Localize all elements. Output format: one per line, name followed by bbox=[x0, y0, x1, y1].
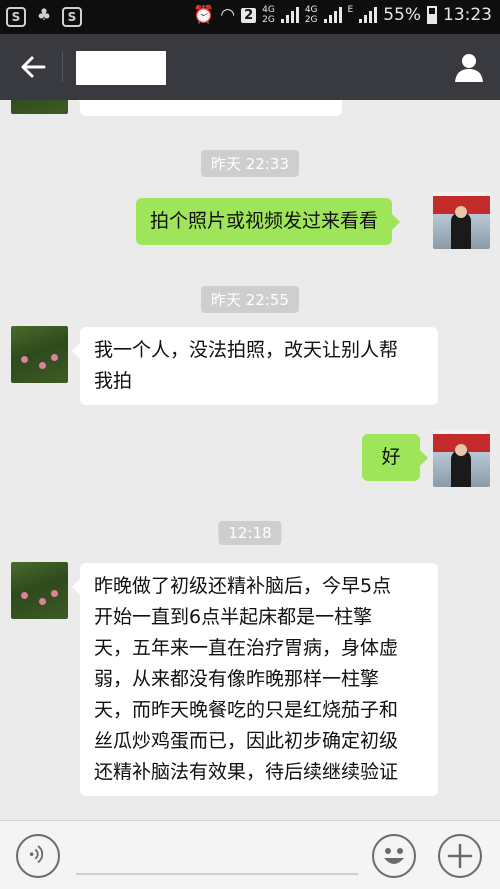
header-divider bbox=[62, 52, 63, 82]
wifi-icon: ◠ bbox=[220, 5, 236, 25]
contact-avatar[interactable] bbox=[11, 326, 68, 383]
network-type: 4G 2G bbox=[262, 5, 275, 25]
person-icon[interactable] bbox=[452, 50, 486, 84]
signal-icon-3 bbox=[359, 7, 378, 23]
clock: 13:23 bbox=[443, 5, 492, 25]
voice-icon bbox=[29, 845, 44, 864]
message-text: 天，五年来一直在治疗胃病，身体虚 bbox=[94, 637, 399, 659]
message-bubble-partial[interactable] bbox=[72, 100, 342, 116]
message-bubble-received[interactable]: 昨晚做了初级还精补脑后，今早5点 开始一直到6点半起床都是一柱擎 天，五年来一直… bbox=[72, 563, 438, 796]
contact-avatar[interactable] bbox=[11, 562, 68, 619]
contact-name-redacted bbox=[76, 51, 166, 85]
message-bubble-sent[interactable]: 好 bbox=[362, 434, 428, 481]
emoji-icon bbox=[384, 848, 404, 864]
timestamp: 昨天 22:55 bbox=[201, 286, 299, 313]
sms-notification-icon: S bbox=[6, 7, 26, 27]
message-input[interactable] bbox=[76, 873, 358, 875]
emoji-button[interactable] bbox=[372, 834, 416, 878]
network-type-2: 4G 2G bbox=[304, 5, 318, 25]
chat-header bbox=[0, 34, 500, 100]
message-text: 昨晚做了初级还精补脑后，今早5点 bbox=[94, 575, 392, 597]
app-notification-icon: S bbox=[62, 7, 82, 27]
more-options-button[interactable] bbox=[438, 834, 482, 878]
timestamp: 12:18 bbox=[218, 521, 282, 545]
timestamp: 昨天 22:33 bbox=[201, 150, 299, 177]
message-text: 我拍 bbox=[94, 370, 133, 392]
message-text: 天，而昨天晚餐吃的只是红烧茄子和 bbox=[94, 699, 399, 721]
message-text: 开始一直到6点半起床都是一柱擎 bbox=[94, 606, 373, 628]
message-text: 丝瓜炒鸡蛋而已，因此初步确定初级 bbox=[94, 730, 399, 752]
message-text: 我一个人，没法拍照，改天让别人帮 bbox=[94, 339, 399, 361]
arrow-left-icon[interactable] bbox=[16, 50, 50, 84]
battery-icon bbox=[427, 6, 437, 24]
signal-icon-2 bbox=[323, 7, 342, 23]
status-bar: S ♣ S ⏰ ◠ 2 4G 2G 4G 2G E 55% 13:23 bbox=[0, 0, 500, 34]
message-bubble-received[interactable]: 我一个人，没法拍照，改天让别人帮 我拍 bbox=[72, 327, 438, 405]
own-avatar[interactable] bbox=[433, 430, 490, 487]
input-bar bbox=[0, 820, 500, 889]
alarm-icon: ⏰ bbox=[193, 5, 215, 25]
contact-avatar[interactable] bbox=[11, 100, 68, 114]
plus-icon bbox=[447, 843, 473, 869]
own-avatar[interactable] bbox=[433, 192, 490, 249]
message-bubble-sent[interactable]: 拍个照片或视频发过来看看 bbox=[136, 198, 401, 245]
message-text: 还精补脑法有效果，待后续继续验证 bbox=[94, 761, 399, 783]
data-type: E bbox=[347, 5, 354, 15]
message-list[interactable]: 昨天 22:33 拍个照片或视频发过来看看 昨天 22:55 我一个人，没法拍照… bbox=[0, 100, 500, 820]
message-text: 拍个照片或视频发过来看看 bbox=[150, 210, 379, 232]
message-text: 弱，从来都没有像昨晚那样一柱擎 bbox=[94, 668, 380, 690]
signal-icon bbox=[280, 7, 299, 23]
voice-input-button[interactable] bbox=[16, 834, 60, 878]
sim-slot-badge: 2 bbox=[241, 7, 257, 23]
contacts-notification-icon: ♣ bbox=[36, 5, 52, 24]
message-text: 好 bbox=[381, 446, 401, 468]
battery-percent: 55% bbox=[383, 5, 421, 25]
